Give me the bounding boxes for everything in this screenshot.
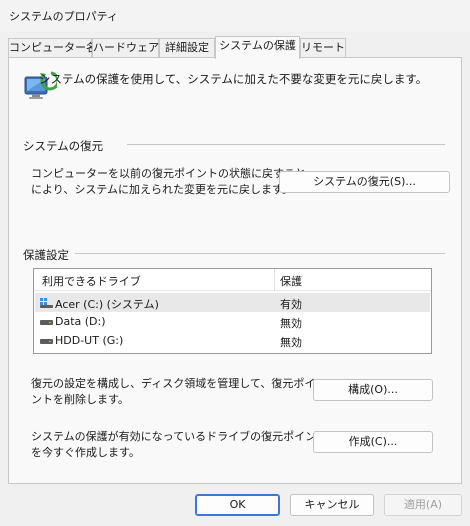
ok-button[interactable]: OK — [195, 494, 280, 516]
column-header-drive[interactable]: 利用できるドライブ — [42, 273, 141, 289]
tab-strip: コンピューター名 ハードウェア 詳細設定 システムの保護 リモート — [8, 36, 462, 59]
drive-row[interactable]: HDD-UT (G:) 無効 — [35, 331, 430, 350]
apply-button[interactable]: 適用(A) — [384, 494, 462, 516]
drive-name: Data (D:) — [55, 315, 106, 328]
protection-section-divider — [75, 253, 445, 254]
column-header-protection[interactable]: 保護 — [280, 273, 302, 289]
drive-row[interactable]: Acer (C:) (システム) 有効 — [35, 293, 430, 312]
windows-drive-icon — [40, 298, 54, 311]
configure-button[interactable]: 構成(O)... — [313, 379, 433, 401]
drive-list-header: 利用できるドライブ 保護 — [34, 269, 431, 291]
protection-description: システムの保護を使用して、システムに加えた不要な変更を元に戻します。 — [39, 72, 428, 86]
restore-description: コンピューターを以前の復元ポイントの状態に戻すこと により、システムに加えられた… — [31, 167, 306, 196]
restore-section-divider — [127, 144, 445, 145]
tab-system-protection[interactable]: システムの保護 — [215, 36, 300, 59]
tab-remote[interactable]: リモート — [300, 38, 346, 58]
drive-name: HDD-UT (G:) — [55, 334, 124, 347]
column-divider — [274, 269, 275, 291]
create-description: システムの保護が有効になっているドライブの復元ポイント を今すぐ作成します。 — [31, 430, 328, 459]
drive-icon — [40, 317, 54, 330]
system-protection-panel: システムの保護を使用して、システムに加えた不要な変更を元に戻します。 システムの… — [8, 57, 462, 484]
restore-section-title: システムの復元 — [23, 139, 104, 153]
tab-computer-name[interactable]: コンピューター名 — [8, 38, 97, 58]
create-button[interactable]: 作成(C)... — [313, 431, 433, 453]
system-restore-button[interactable]: システムの復元(S)... — [279, 171, 450, 193]
drive-status: 有効 — [280, 298, 302, 311]
tab-advanced[interactable]: 詳細設定 — [159, 38, 215, 58]
drive-status: 無効 — [280, 317, 302, 330]
title-bar[interactable]: システムのプロパティ — [0, 0, 470, 32]
drive-name: Acer (C:) (システム) — [55, 298, 159, 311]
drive-list[interactable]: 利用できるドライブ 保護 Acer (C:) (システム) 有効 Data (D… — [33, 268, 432, 354]
tab-hardware[interactable]: ハードウェア — [92, 38, 159, 58]
protection-section-title: 保護設定 — [23, 248, 69, 262]
dialog-footer: OK キャンセル 適用(A) — [0, 484, 470, 526]
drive-row[interactable]: Data (D:) 無効 — [35, 312, 430, 331]
configure-description: 復元の設定を構成し、ディスク領域を管理して、復元ポイ ントを削除します。 — [31, 377, 316, 406]
drive-icon — [40, 336, 54, 349]
drive-status: 無効 — [280, 336, 302, 349]
cancel-button[interactable]: キャンセル — [290, 494, 374, 516]
window-title: システムのプロパティ — [9, 10, 119, 23]
